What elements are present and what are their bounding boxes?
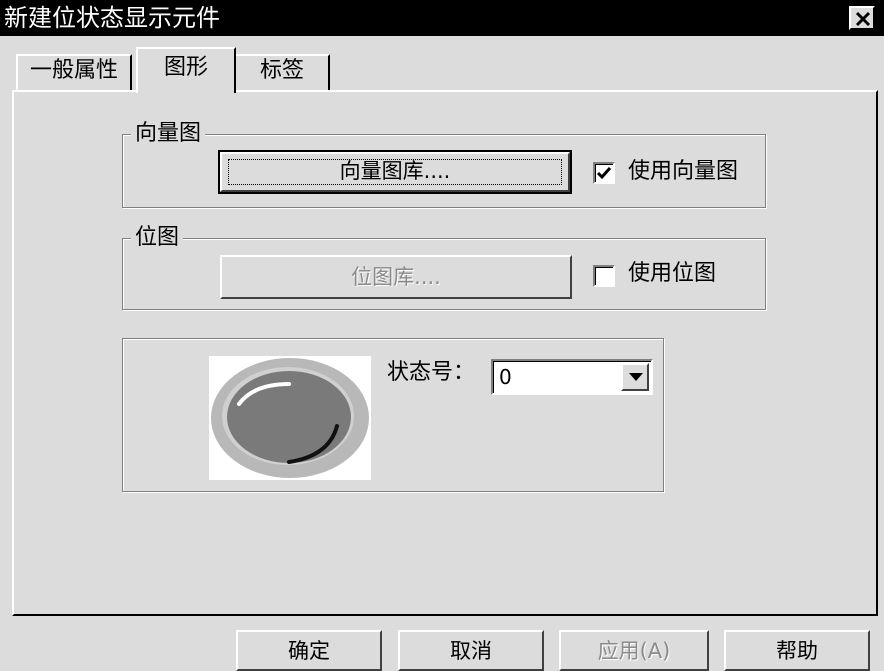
help-label: 帮助 <box>776 639 818 663</box>
round-button-preview-icon <box>211 358 369 478</box>
tab-general-properties[interactable]: 一般属性 <box>16 54 132 90</box>
use-vector-label: 使用向量图 <box>628 159 739 184</box>
preview-group: 状态号： 0 <box>122 338 664 492</box>
tab-label[interactable]: 标签 <box>234 54 330 90</box>
cancel-label: 取消 <box>450 639 492 663</box>
ok-label: 确定 <box>288 639 330 663</box>
dropdown-button[interactable] <box>621 363 649 391</box>
tab-graphics-label: 图形 <box>163 55 208 80</box>
close-x-icon <box>855 11 871 27</box>
tab-panel: 向量图 向量图库.... 使用向量图 位图 位图库.... 使用位图 状态号： … <box>12 90 878 616</box>
ok-button[interactable]: 确定 <box>236 630 382 671</box>
state-number-value: 0 <box>499 365 512 389</box>
close-button[interactable] <box>849 6 875 30</box>
bitmap-library-label: 位图库.... <box>351 265 441 289</box>
focus-rect <box>228 159 562 185</box>
bitmap-group-legend: 位图 <box>131 224 184 252</box>
help-button[interactable]: 帮助 <box>724 630 870 671</box>
state-number-label: 状态号： <box>387 360 476 385</box>
bitmap-library-button[interactable]: 位图库.... <box>220 255 572 299</box>
use-bitmap-checkbox[interactable] <box>593 265 615 287</box>
vector-group: 向量图 向量图库.... 使用向量图 <box>122 120 766 208</box>
use-vector-checkbox[interactable] <box>593 162 615 184</box>
dropdown-arrow-icon <box>629 373 643 381</box>
bitmap-group: 位图 位图库.... 使用位图 <box>122 224 766 310</box>
state-number-select[interactable]: 0 <box>491 359 653 395</box>
tab-general-label: 一般属性 <box>29 58 118 83</box>
apply-label: 应用(A) <box>597 639 671 663</box>
preview-image <box>209 356 371 480</box>
checkmark-icon <box>596 167 612 180</box>
title-bar: 新建位状态显示元件 <box>0 0 884 36</box>
use-bitmap-label: 使用位图 <box>628 261 717 286</box>
cancel-button[interactable]: 取消 <box>398 630 544 671</box>
vector-group-legend: 向量图 <box>131 120 206 148</box>
tab-graphics[interactable]: 图形 <box>136 47 236 93</box>
vector-library-button[interactable]: 向量图库.... <box>218 150 572 194</box>
window-title: 新建位状态显示元件 <box>4 4 220 32</box>
tab-label-label: 标签 <box>259 58 304 83</box>
apply-button[interactable]: 应用(A) <box>559 630 709 671</box>
